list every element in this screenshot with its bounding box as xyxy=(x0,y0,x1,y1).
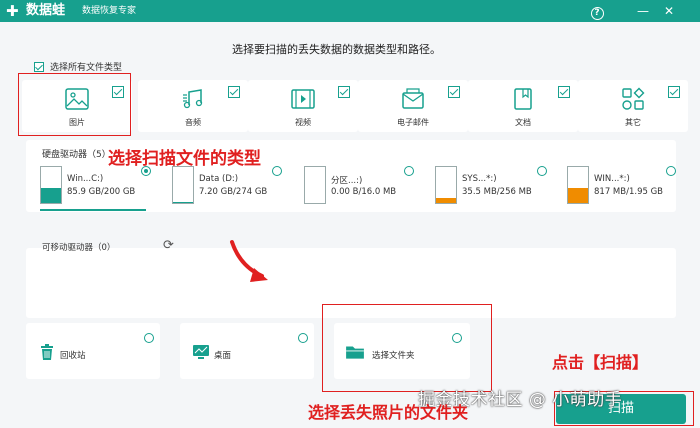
drive-name: WIN...*:) xyxy=(594,174,630,184)
select-all-label: 选择所有文件类型 xyxy=(50,63,123,73)
drive-icon xyxy=(435,166,457,204)
email-icon xyxy=(402,88,424,109)
drive-icon xyxy=(40,166,62,204)
instruction-text: 选择要扫描的丢失数据的数据类型和路径。 xyxy=(232,43,441,56)
other-icon xyxy=(622,87,645,110)
title-bar: ✚ 数据蛙 数据恢复专家 ? — ✕ xyxy=(0,0,700,22)
music-icon xyxy=(183,89,203,109)
file-type-card-image[interactable]: 图片 xyxy=(22,80,132,132)
location-label: 选择文件夹 xyxy=(372,351,415,361)
drive-icon xyxy=(172,166,194,204)
file-type-card-audio[interactable]: 音频 xyxy=(138,80,248,132)
drive-size: 0.00 B/16.0 MB xyxy=(331,187,397,197)
drive-name: SYS...*:) xyxy=(462,174,497,184)
trash-icon xyxy=(41,344,53,360)
drive-usage-fill xyxy=(173,201,193,203)
select-all-checkbox[interactable]: 选择所有文件类型 xyxy=(34,60,122,73)
logo-icon: ✚ xyxy=(6,2,19,20)
annotation-select-folder: 选择丢失照片的文件夹 xyxy=(308,403,469,422)
drive-icon xyxy=(567,166,589,204)
drive-name: Win...C:) xyxy=(67,174,104,184)
file-type-label: 电子邮件 xyxy=(397,118,429,127)
hard-drive-title: 硬盘驱动器（5） xyxy=(42,150,111,160)
drive-size: 7.20 GB/274 GB xyxy=(199,187,268,197)
checkbox-checked-icon[interactable] xyxy=(558,86,570,98)
drive-usage-fill xyxy=(41,187,61,203)
location-desktop[interactable]: 桌面 xyxy=(180,323,314,379)
checkbox-checked-icon[interactable] xyxy=(448,86,460,98)
drive-size: 85.9 GB/200 GB xyxy=(67,187,136,197)
app-brand: 数据蛙 xyxy=(26,3,66,18)
location-radio[interactable] xyxy=(452,333,462,343)
checkbox-checked-icon[interactable] xyxy=(668,86,680,98)
file-type-card-email[interactable]: 电子邮件 xyxy=(358,80,468,132)
close-button[interactable]: ✕ xyxy=(660,2,678,20)
location-radio[interactable] xyxy=(298,333,308,343)
drive-size: 35.5 MB/256 MB xyxy=(462,187,532,197)
file-type-card-document[interactable]: 文档 xyxy=(468,80,578,132)
document-icon xyxy=(514,88,532,110)
drive-radio[interactable] xyxy=(141,166,151,176)
file-type-card-other[interactable]: 其它 xyxy=(578,80,688,132)
location-label: 回收站 xyxy=(60,351,86,361)
file-type-card-video[interactable]: 视频 xyxy=(248,80,358,132)
annotation-arrow-icon xyxy=(230,240,268,282)
folder-icon xyxy=(346,346,364,359)
drive-name: Data (D:) xyxy=(199,174,239,184)
file-type-label: 图片 xyxy=(69,118,85,127)
checkbox-checked-icon xyxy=(34,61,44,72)
file-type-label: 文档 xyxy=(515,118,531,127)
video-icon xyxy=(291,89,315,109)
removable-drive-title: 可移动驱动器（0） xyxy=(42,243,116,253)
selected-drive-indicator xyxy=(40,209,146,211)
drive-usage-fill xyxy=(568,187,588,203)
checkbox-checked-icon[interactable] xyxy=(228,86,240,98)
location-radio[interactable] xyxy=(144,333,154,343)
location-label: 桌面 xyxy=(214,351,232,361)
location-recycle-bin[interactable]: 回收站 xyxy=(26,323,160,379)
help-icon: ? xyxy=(590,7,604,20)
drive-name: 分区...:) xyxy=(331,176,363,186)
image-icon xyxy=(65,88,89,110)
checkbox-checked-icon[interactable] xyxy=(112,86,124,98)
minimize-button[interactable]: — xyxy=(634,2,652,20)
drive-radio[interactable] xyxy=(666,166,676,176)
desktop-icon xyxy=(193,345,209,359)
drive-size: 817 MB/1.95 GB xyxy=(594,187,664,197)
removable-drive-panel xyxy=(26,248,676,318)
help-button[interactable]: ? xyxy=(588,2,606,20)
file-type-label: 其它 xyxy=(625,118,641,127)
drive-radio[interactable] xyxy=(404,166,414,176)
drive-radio[interactable] xyxy=(272,166,282,176)
checkbox-checked-icon[interactable] xyxy=(338,86,350,98)
app-subtitle: 数据恢复专家 xyxy=(82,6,137,16)
file-type-label: 视频 xyxy=(295,118,311,127)
drive-usage-fill xyxy=(436,197,456,203)
drive-radio[interactable] xyxy=(537,166,547,176)
file-type-label: 音频 xyxy=(185,118,201,127)
refresh-icon[interactable]: ⟳ xyxy=(163,238,174,253)
drive-icon xyxy=(304,166,326,204)
annotation-click-scan: 点击【扫描】 xyxy=(552,353,649,372)
location-select-folder[interactable]: 选择文件夹 xyxy=(334,323,470,379)
